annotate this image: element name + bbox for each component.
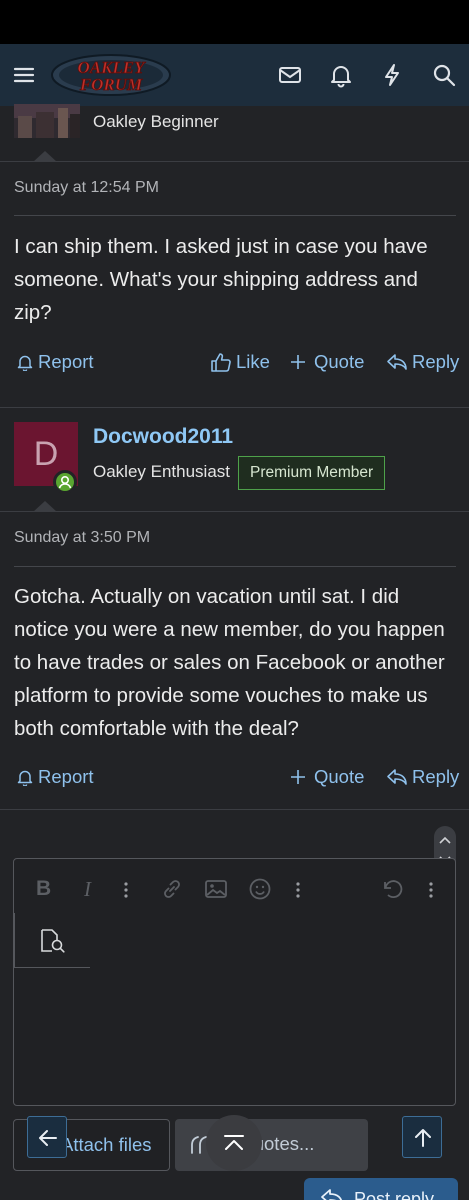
undo-icon[interactable] <box>380 877 404 901</box>
post-divider <box>0 511 469 512</box>
post-divider <box>0 407 469 408</box>
quote-label: Quote <box>314 766 365 787</box>
image-icon[interactable] <box>204 878 228 900</box>
post-divider <box>0 809 469 810</box>
bold-icon[interactable]: B <box>36 877 51 901</box>
preview-button[interactable] <box>14 913 90 968</box>
menu-icon[interactable] <box>11 62 37 88</box>
chevron-up-double-icon <box>224 1135 244 1150</box>
quote-button[interactable]: Quote <box>290 766 364 788</box>
reply-button[interactable]: Reply <box>386 351 459 373</box>
forum-logo[interactable]: OAKLEY FORUM <box>50 52 172 98</box>
quote-button[interactable]: Quote <box>290 351 364 373</box>
premium-member-badge: Premium Member <box>238 456 386 490</box>
go-to-top-button[interactable] <box>402 1116 442 1158</box>
report-label: Report <box>38 351 94 372</box>
post-divider <box>0 161 469 162</box>
reply-arrow-icon <box>387 354 407 370</box>
scroll-to-top-button[interactable] <box>206 1115 262 1171</box>
online-status-icon <box>53 470 77 494</box>
avatar[interactable] <box>14 104 80 138</box>
reply-label: Reply <box>412 766 460 787</box>
post-message: I can ship them. I asked just in case yo… <box>14 235 428 324</box>
back-button[interactable] <box>27 1116 67 1158</box>
arrow-up-icon <box>415 1129 431 1147</box>
whats-new-icon[interactable] <box>379 62 405 88</box>
reply-label: Reply <box>412 351 460 372</box>
user-title: Oakley Beginner <box>93 112 219 131</box>
smilie-icon[interactable] <box>248 877 272 901</box>
insert-quotes-button[interactable]: rt quotes... <box>175 1119 368 1171</box>
divider <box>14 566 456 567</box>
divider <box>14 215 456 216</box>
plus-icon <box>291 770 305 784</box>
reply-arrow-icon <box>387 769 407 785</box>
link-icon[interactable] <box>160 877 184 901</box>
post-timestamp[interactable]: Sunday at 12:54 PM <box>14 179 159 197</box>
preview-icon <box>41 929 65 953</box>
report-label: Report <box>38 766 94 787</box>
attach-files-label: Attach files <box>61 1134 152 1155</box>
post-message: Gotcha. Actually on vacation until sat. … <box>14 585 445 740</box>
plus-icon <box>291 355 305 369</box>
user-title: Oakley Enthusiast <box>93 462 231 481</box>
more-options-icon[interactable] <box>294 881 302 899</box>
top-navigation: OAKLEY FORUM <box>0 44 469 106</box>
post-timestamp[interactable]: Sunday at 3:50 PM <box>14 529 150 547</box>
chevron-up-icon <box>439 836 451 844</box>
arrow-left-icon <box>39 1130 57 1146</box>
status-bar <box>0 0 469 44</box>
reply-button[interactable]: Reply <box>386 766 459 788</box>
reply-arrow-icon <box>321 1189 343 1200</box>
italic-icon[interactable]: I <box>84 877 91 902</box>
report-button[interactable]: Report <box>16 766 94 788</box>
quote-label: Quote <box>314 351 365 372</box>
logo-line-2: FORUM <box>79 75 143 94</box>
bell-icon[interactable] <box>328 62 354 88</box>
post-reply-label: Post reply <box>354 1189 435 1200</box>
more-options-icon[interactable] <box>122 881 130 899</box>
bell-icon <box>17 770 33 786</box>
more-options-icon[interactable] <box>427 881 435 899</box>
inbox-icon[interactable] <box>277 62 303 88</box>
thumbs-up-icon <box>211 353 231 372</box>
post-reply-button[interactable]: Post reply <box>304 1178 458 1200</box>
bell-icon <box>17 355 33 371</box>
username[interactable]: Docwood2011 <box>93 425 233 449</box>
report-button[interactable]: Report <box>16 351 94 373</box>
like-button[interactable]: Like <box>210 351 270 373</box>
like-label: Like <box>236 351 270 372</box>
search-icon[interactable] <box>431 62 457 88</box>
reply-editor[interactable]: B I <box>13 858 456 1106</box>
